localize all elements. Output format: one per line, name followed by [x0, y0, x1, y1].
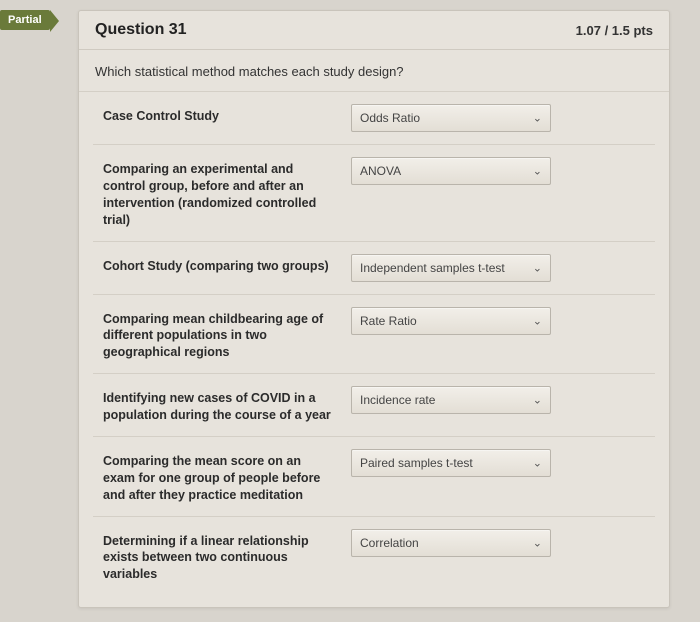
match-label: Determining if a linear relationship exi… [103, 529, 333, 584]
answer-value: Independent samples t-test [360, 261, 505, 275]
match-row: Case Control Study Odds Ratio ⌄ [93, 92, 655, 145]
match-row: Cohort Study (comparing two groups) Inde… [93, 242, 655, 295]
match-label: Cohort Study (comparing two groups) [103, 254, 333, 275]
answer-select[interactable]: Paired samples t-test ⌄ [351, 449, 551, 477]
answer-value: Rate Ratio [360, 314, 417, 328]
chevron-down-icon: ⌄ [533, 394, 542, 407]
question-card: Question 31 1.07 / 1.5 pts Which statist… [78, 10, 670, 608]
chevron-down-icon: ⌄ [533, 112, 542, 125]
chevron-down-icon: ⌄ [533, 261, 542, 274]
match-row: Comparing an experimental and control gr… [93, 145, 655, 242]
match-label: Comparing mean childbearing age of diffe… [103, 307, 333, 362]
match-row: Comparing the mean score on an exam for … [93, 437, 655, 517]
question-header: Question 31 1.07 / 1.5 pts [79, 11, 669, 50]
answer-value: Paired samples t-test [360, 456, 473, 470]
answer-select[interactable]: ANOVA ⌄ [351, 157, 551, 185]
answer-value: Odds Ratio [360, 111, 420, 125]
answer-value: Incidence rate [360, 393, 435, 407]
answer-select[interactable]: Incidence rate ⌄ [351, 386, 551, 414]
match-label: Identifying new cases of COVID in a popu… [103, 386, 333, 424]
chevron-down-icon: ⌄ [533, 165, 542, 178]
match-label: Case Control Study [103, 104, 333, 125]
grade-badge: Partial [0, 10, 50, 30]
match-label: Comparing an experimental and control gr… [103, 157, 333, 229]
match-row: Identifying new cases of COVID in a popu… [93, 374, 655, 437]
question-title: Question 31 [95, 21, 187, 39]
matching-items: Case Control Study Odds Ratio ⌄ Comparin… [79, 92, 669, 607]
question-points: 1.07 / 1.5 pts [576, 23, 653, 38]
question-prompt: Which statistical method matches each st… [79, 50, 669, 92]
match-label: Comparing the mean score on an exam for … [103, 449, 333, 504]
match-row: Determining if a linear relationship exi… [93, 517, 655, 596]
chevron-down-icon: ⌄ [533, 456, 542, 469]
answer-value: ANOVA [360, 164, 401, 178]
answer-select[interactable]: Correlation ⌄ [351, 529, 551, 557]
answer-select[interactable]: Rate Ratio ⌄ [351, 307, 551, 335]
chevron-down-icon: ⌄ [533, 314, 542, 327]
match-row: Comparing mean childbearing age of diffe… [93, 295, 655, 375]
answer-select[interactable]: Independent samples t-test ⌄ [351, 254, 551, 282]
answer-value: Correlation [360, 536, 419, 550]
answer-select[interactable]: Odds Ratio ⌄ [351, 104, 551, 132]
chevron-down-icon: ⌄ [533, 536, 542, 549]
